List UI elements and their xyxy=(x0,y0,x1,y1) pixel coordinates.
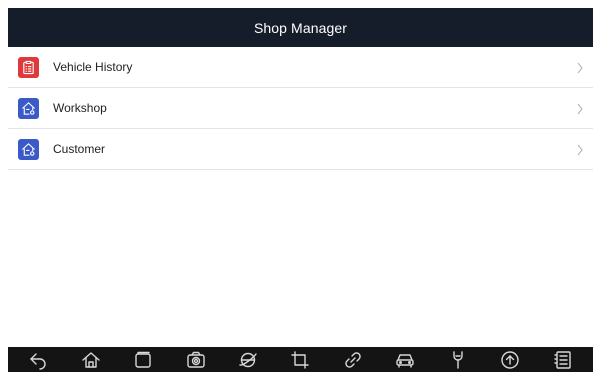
link-icon[interactable] xyxy=(341,349,365,371)
chevron-right-icon xyxy=(577,144,583,156)
house-settings-icon xyxy=(18,98,39,119)
chevron-right-icon xyxy=(577,103,583,115)
notes-icon[interactable] xyxy=(551,349,575,371)
upload-icon[interactable] xyxy=(498,349,522,371)
home-icon[interactable] xyxy=(79,349,103,371)
house-settings-icon xyxy=(18,139,39,160)
menu-item-label: Vehicle History xyxy=(53,60,133,74)
menu-item-customer[interactable]: Customer xyxy=(8,129,593,170)
menu-item-workshop[interactable]: Workshop xyxy=(8,88,593,129)
wrench-icon[interactable] xyxy=(446,349,470,371)
chevron-right-icon xyxy=(577,62,583,74)
browser-icon[interactable] xyxy=(236,349,260,371)
menu-item-label: Customer xyxy=(53,142,106,156)
system-navigation-bar xyxy=(8,347,593,372)
menu-item-vehicle-history[interactable]: Vehicle History xyxy=(8,47,593,88)
shop-manager-screen: Shop Manager Vehicle History Workshop Cu… xyxy=(0,0,593,372)
car-icon[interactable] xyxy=(393,349,417,371)
title-bar: Shop Manager xyxy=(8,8,593,47)
camera-icon[interactable] xyxy=(184,349,208,371)
clipboard-list-icon xyxy=(18,57,39,78)
page-title: Shop Manager xyxy=(253,19,348,36)
recent-apps-icon[interactable] xyxy=(131,349,155,371)
shop-manager-menu: Vehicle History Workshop Customer xyxy=(8,47,593,170)
crop-icon[interactable] xyxy=(288,349,312,371)
back-icon[interactable] xyxy=(26,349,50,371)
menu-item-label: Workshop xyxy=(53,101,107,115)
